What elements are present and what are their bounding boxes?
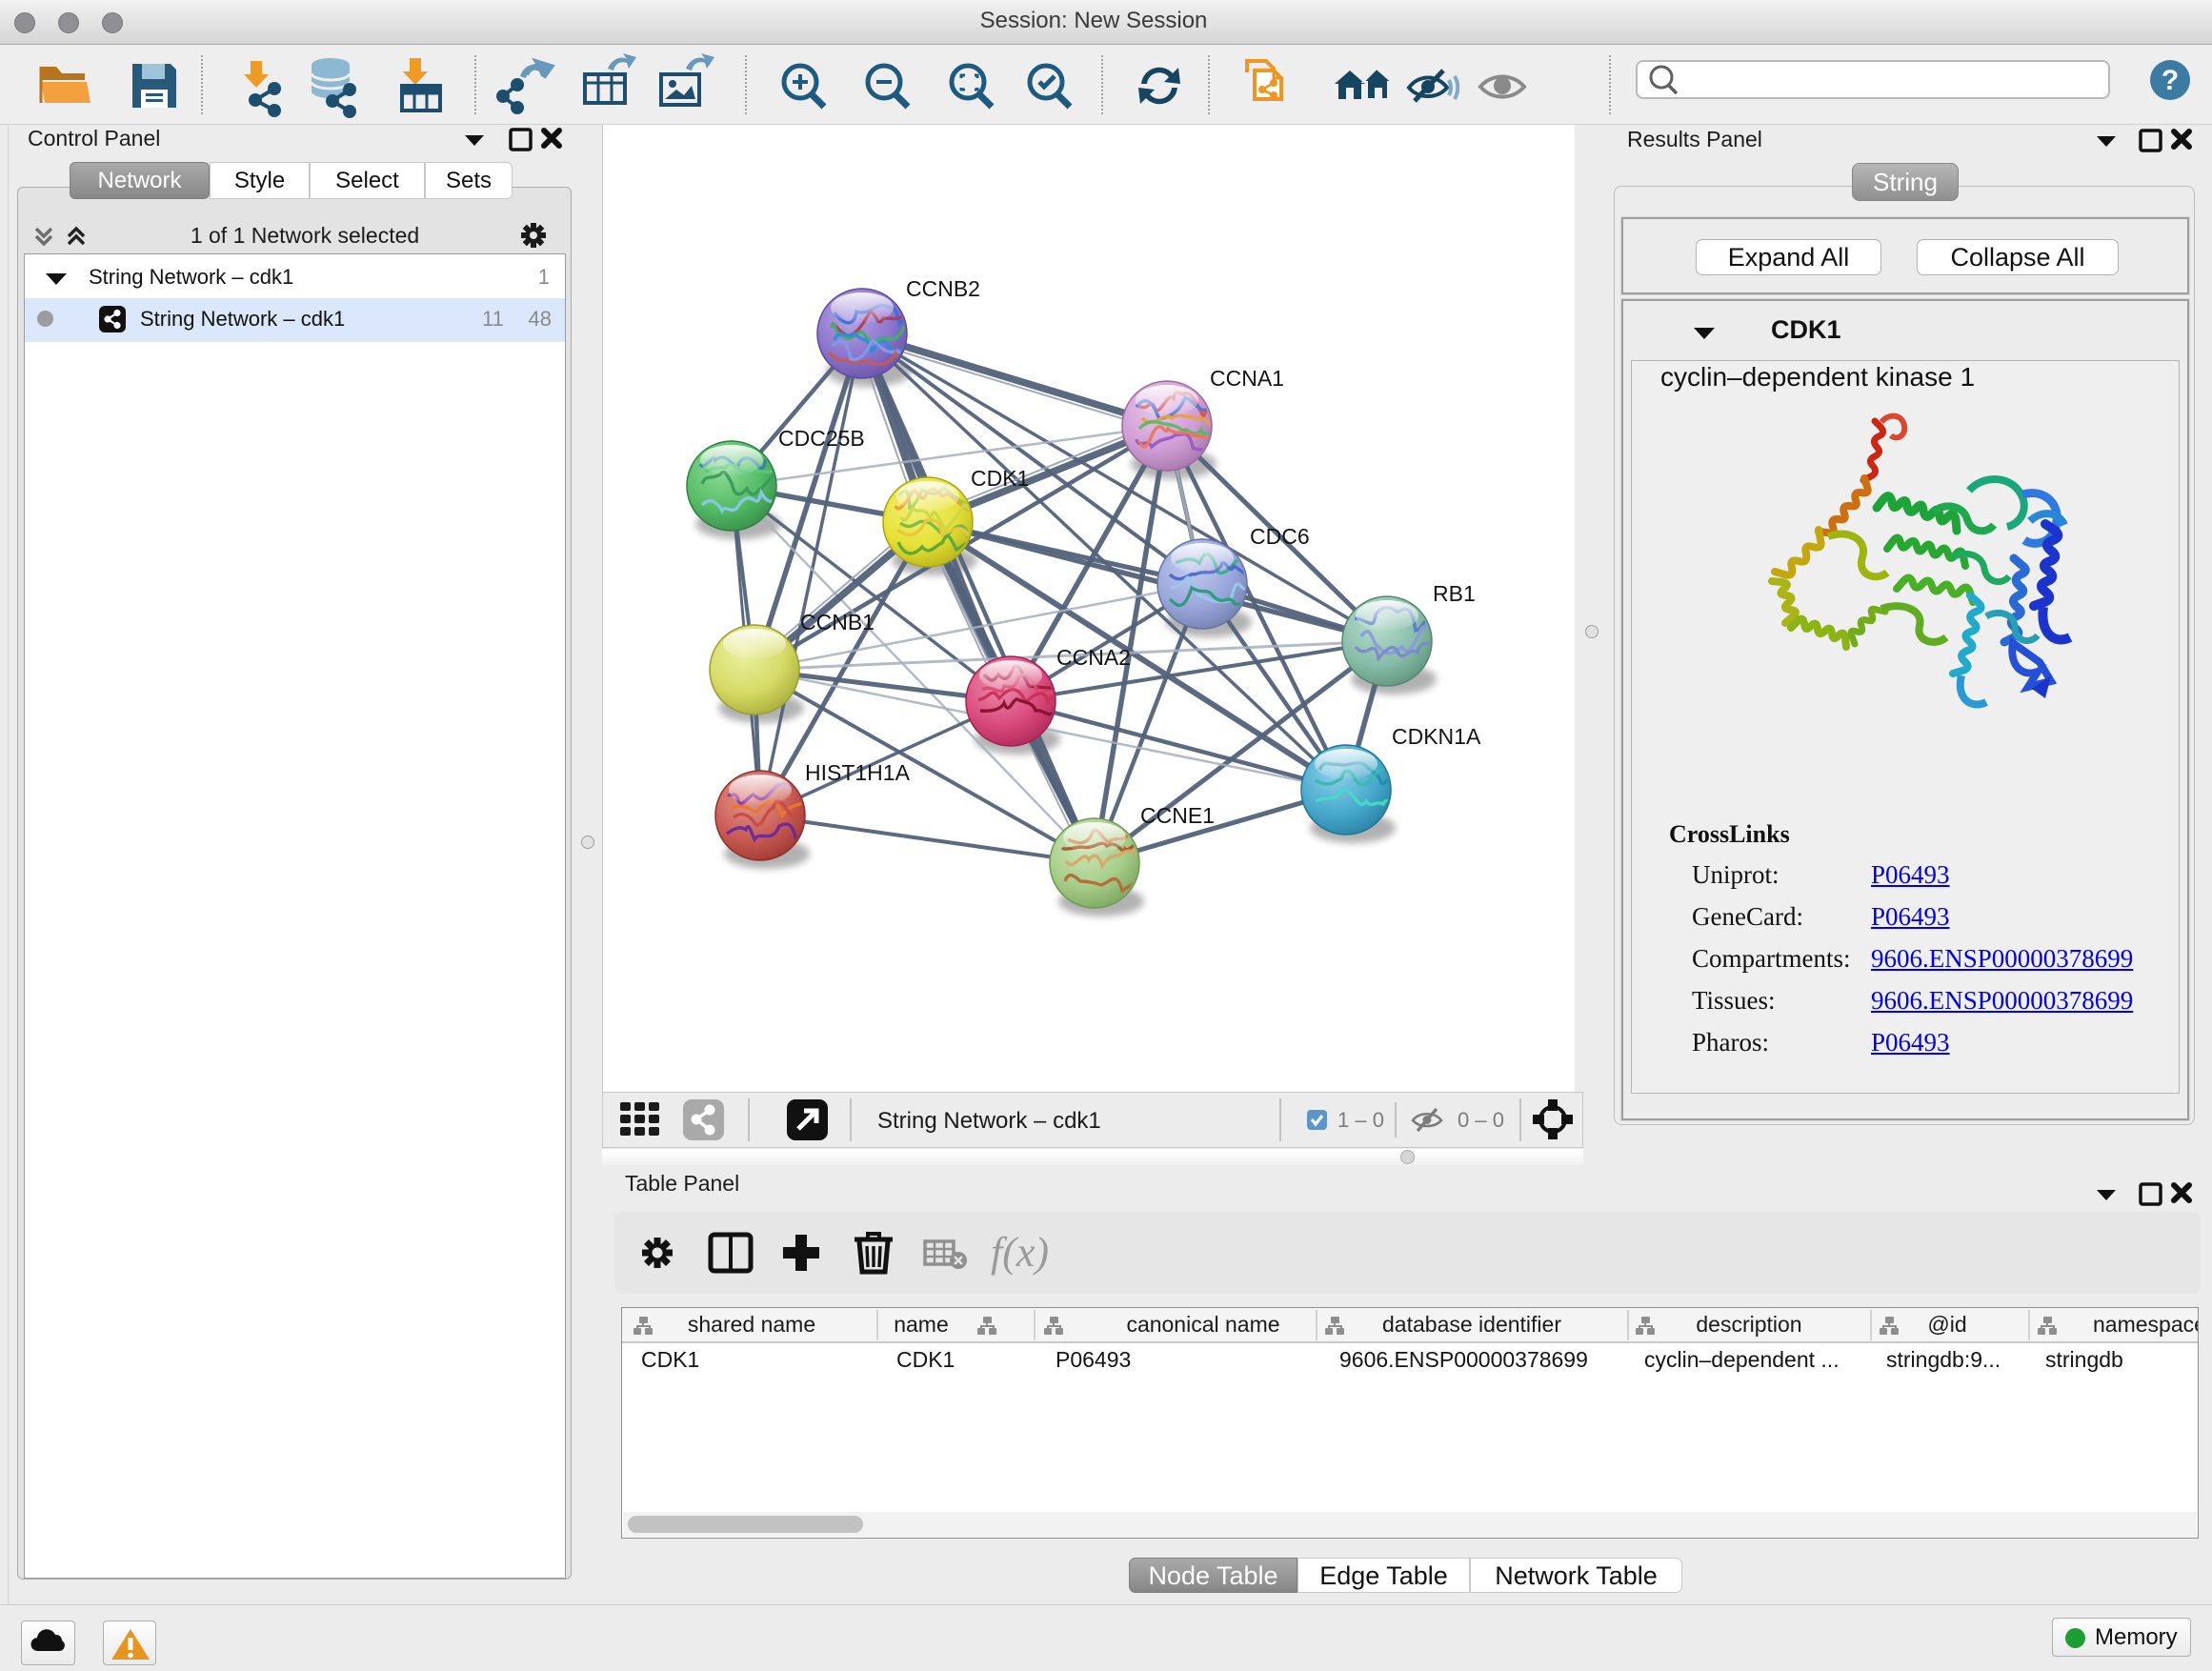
svg-text:CDC6: CDC6 (1250, 524, 1310, 549)
svg-text:9606.ENSP00000378699: 9606.ENSP00000378699 (1339, 1347, 1588, 1372)
svg-text:CDK1: CDK1 (641, 1347, 699, 1372)
svg-text:CCNB1: CCNB1 (800, 610, 875, 634)
svg-text:1 – 0: 1 – 0 (1337, 1108, 1384, 1132)
svg-text:RB1: RB1 (1433, 581, 1476, 606)
svg-text:CCNE1: CCNE1 (1140, 803, 1215, 828)
svg-text:HIST1H1A: HIST1H1A (805, 760, 911, 785)
svg-text:@id: @id (1927, 1312, 1966, 1337)
svg-text:String Network – cdk1: String Network – cdk1 (877, 1108, 1101, 1134)
svg-text:CDC25B: CDC25B (778, 426, 865, 451)
svg-text:canonical name: canonical name (1126, 1312, 1279, 1337)
svg-text:description: description (1696, 1312, 1801, 1337)
svg-text:cyclin–dependent ...: cyclin–dependent ... (1644, 1347, 1840, 1372)
svg-text:stringdb:9...: stringdb:9... (1886, 1347, 2001, 1372)
svg-text:stringdb: stringdb (2045, 1347, 2123, 1372)
svg-text:CDK1: CDK1 (971, 466, 1029, 491)
svg-text:P06493: P06493 (1056, 1347, 1131, 1372)
svg-text:database identifier: database identifier (1382, 1312, 1561, 1337)
svg-text:CDKN1A: CDKN1A (1392, 724, 1481, 749)
svg-text:?: ? (2162, 65, 2179, 96)
svg-text:namespace: namespace (2093, 1312, 2198, 1337)
svg-text:name: name (894, 1312, 949, 1337)
svg-text:shared name: shared name (688, 1312, 815, 1337)
svg-text:1 of 1 Network selected: 1 of 1 Network selected (191, 223, 419, 248)
svg-text:0 – 0: 0 – 0 (1458, 1108, 1504, 1132)
svg-text:CDK1: CDK1 (896, 1347, 955, 1372)
svg-text:CCNA1: CCNA1 (1210, 366, 1284, 391)
svg-text:CCNA2: CCNA2 (1056, 645, 1131, 670)
svg-text:f(x): f(x) (991, 1229, 1049, 1276)
svg-text:CCNB2: CCNB2 (906, 276, 980, 301)
